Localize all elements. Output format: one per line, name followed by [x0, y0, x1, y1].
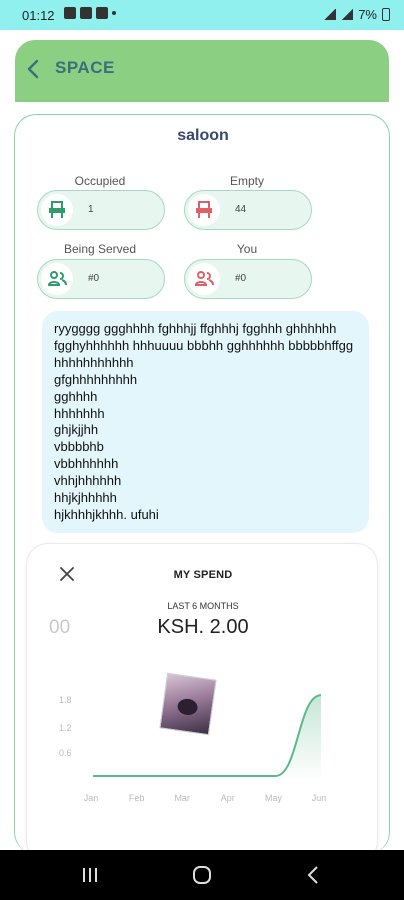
clock: 01:12: [22, 8, 55, 23]
being-served-pill[interactable]: #0: [37, 259, 165, 299]
notes-text: ryygggg ggghhhh fghhhjj ffghhhj fgghhh g…: [42, 311, 369, 533]
empty-label: Empty: [229, 174, 264, 188]
seat-icon: [188, 194, 220, 226]
empty-value: 44: [235, 204, 247, 215]
space-name: saloon: [177, 127, 229, 144]
you-value: #0: [235, 273, 247, 284]
battery-percent: 7%: [358, 7, 377, 22]
back-icon[interactable]: [302, 864, 326, 886]
you-pill[interactable]: #0: [184, 259, 312, 299]
x-tick-label: May: [265, 793, 283, 803]
status-bar: 01:12 7%: [0, 0, 404, 30]
battery-icon: [382, 8, 390, 21]
people-icon: [41, 263, 73, 295]
y-tick-label: 1.8: [59, 695, 72, 705]
seat-icon: [41, 194, 73, 226]
x-tick-label: Jan: [84, 793, 99, 803]
empty-pill[interactable]: 44: [184, 190, 312, 230]
people-icon: [188, 263, 220, 295]
x-tick-label: Jun: [312, 793, 327, 803]
signal-icon: [324, 9, 337, 20]
recent-apps-icon[interactable]: [78, 864, 102, 886]
more-dot-icon: [112, 11, 116, 15]
occupied-pill[interactable]: 1: [37, 190, 165, 230]
home-icon[interactable]: [190, 864, 214, 886]
being-served-value: #0: [88, 273, 100, 284]
signal-icon-2: [341, 9, 354, 20]
back-arrow-icon[interactable]: [21, 56, 47, 82]
notification-icons: [64, 7, 116, 19]
x-tick-label: Mar: [174, 793, 190, 803]
x-tick-label: Feb: [129, 793, 145, 803]
app-bar: SPACE: [15, 40, 389, 102]
system-nav-bar: [0, 850, 404, 900]
you-label: You: [236, 242, 258, 256]
being-served-label: Being Served: [63, 242, 137, 256]
spend-card: MY SPEND LAST 6 MONTHS 00 KSH. 2.00 1.8 1…: [26, 543, 378, 863]
y-tick-label: 1.2: [59, 723, 72, 733]
space-card: saloon Occupied 1 Empty 44 Being Served …: [14, 114, 390, 863]
page-title: SPACE: [55, 58, 115, 77]
y-tick-label: 0.6: [59, 748, 72, 758]
occupied-label: Occupied: [74, 174, 126, 188]
facebook-icon: [96, 7, 108, 19]
overlay-photo: [159, 672, 217, 736]
message-icon: [80, 7, 92, 19]
x-tick-label: Apr: [221, 793, 235, 803]
gallery-icon: [64, 7, 76, 19]
occupied-value: 1: [88, 204, 94, 215]
